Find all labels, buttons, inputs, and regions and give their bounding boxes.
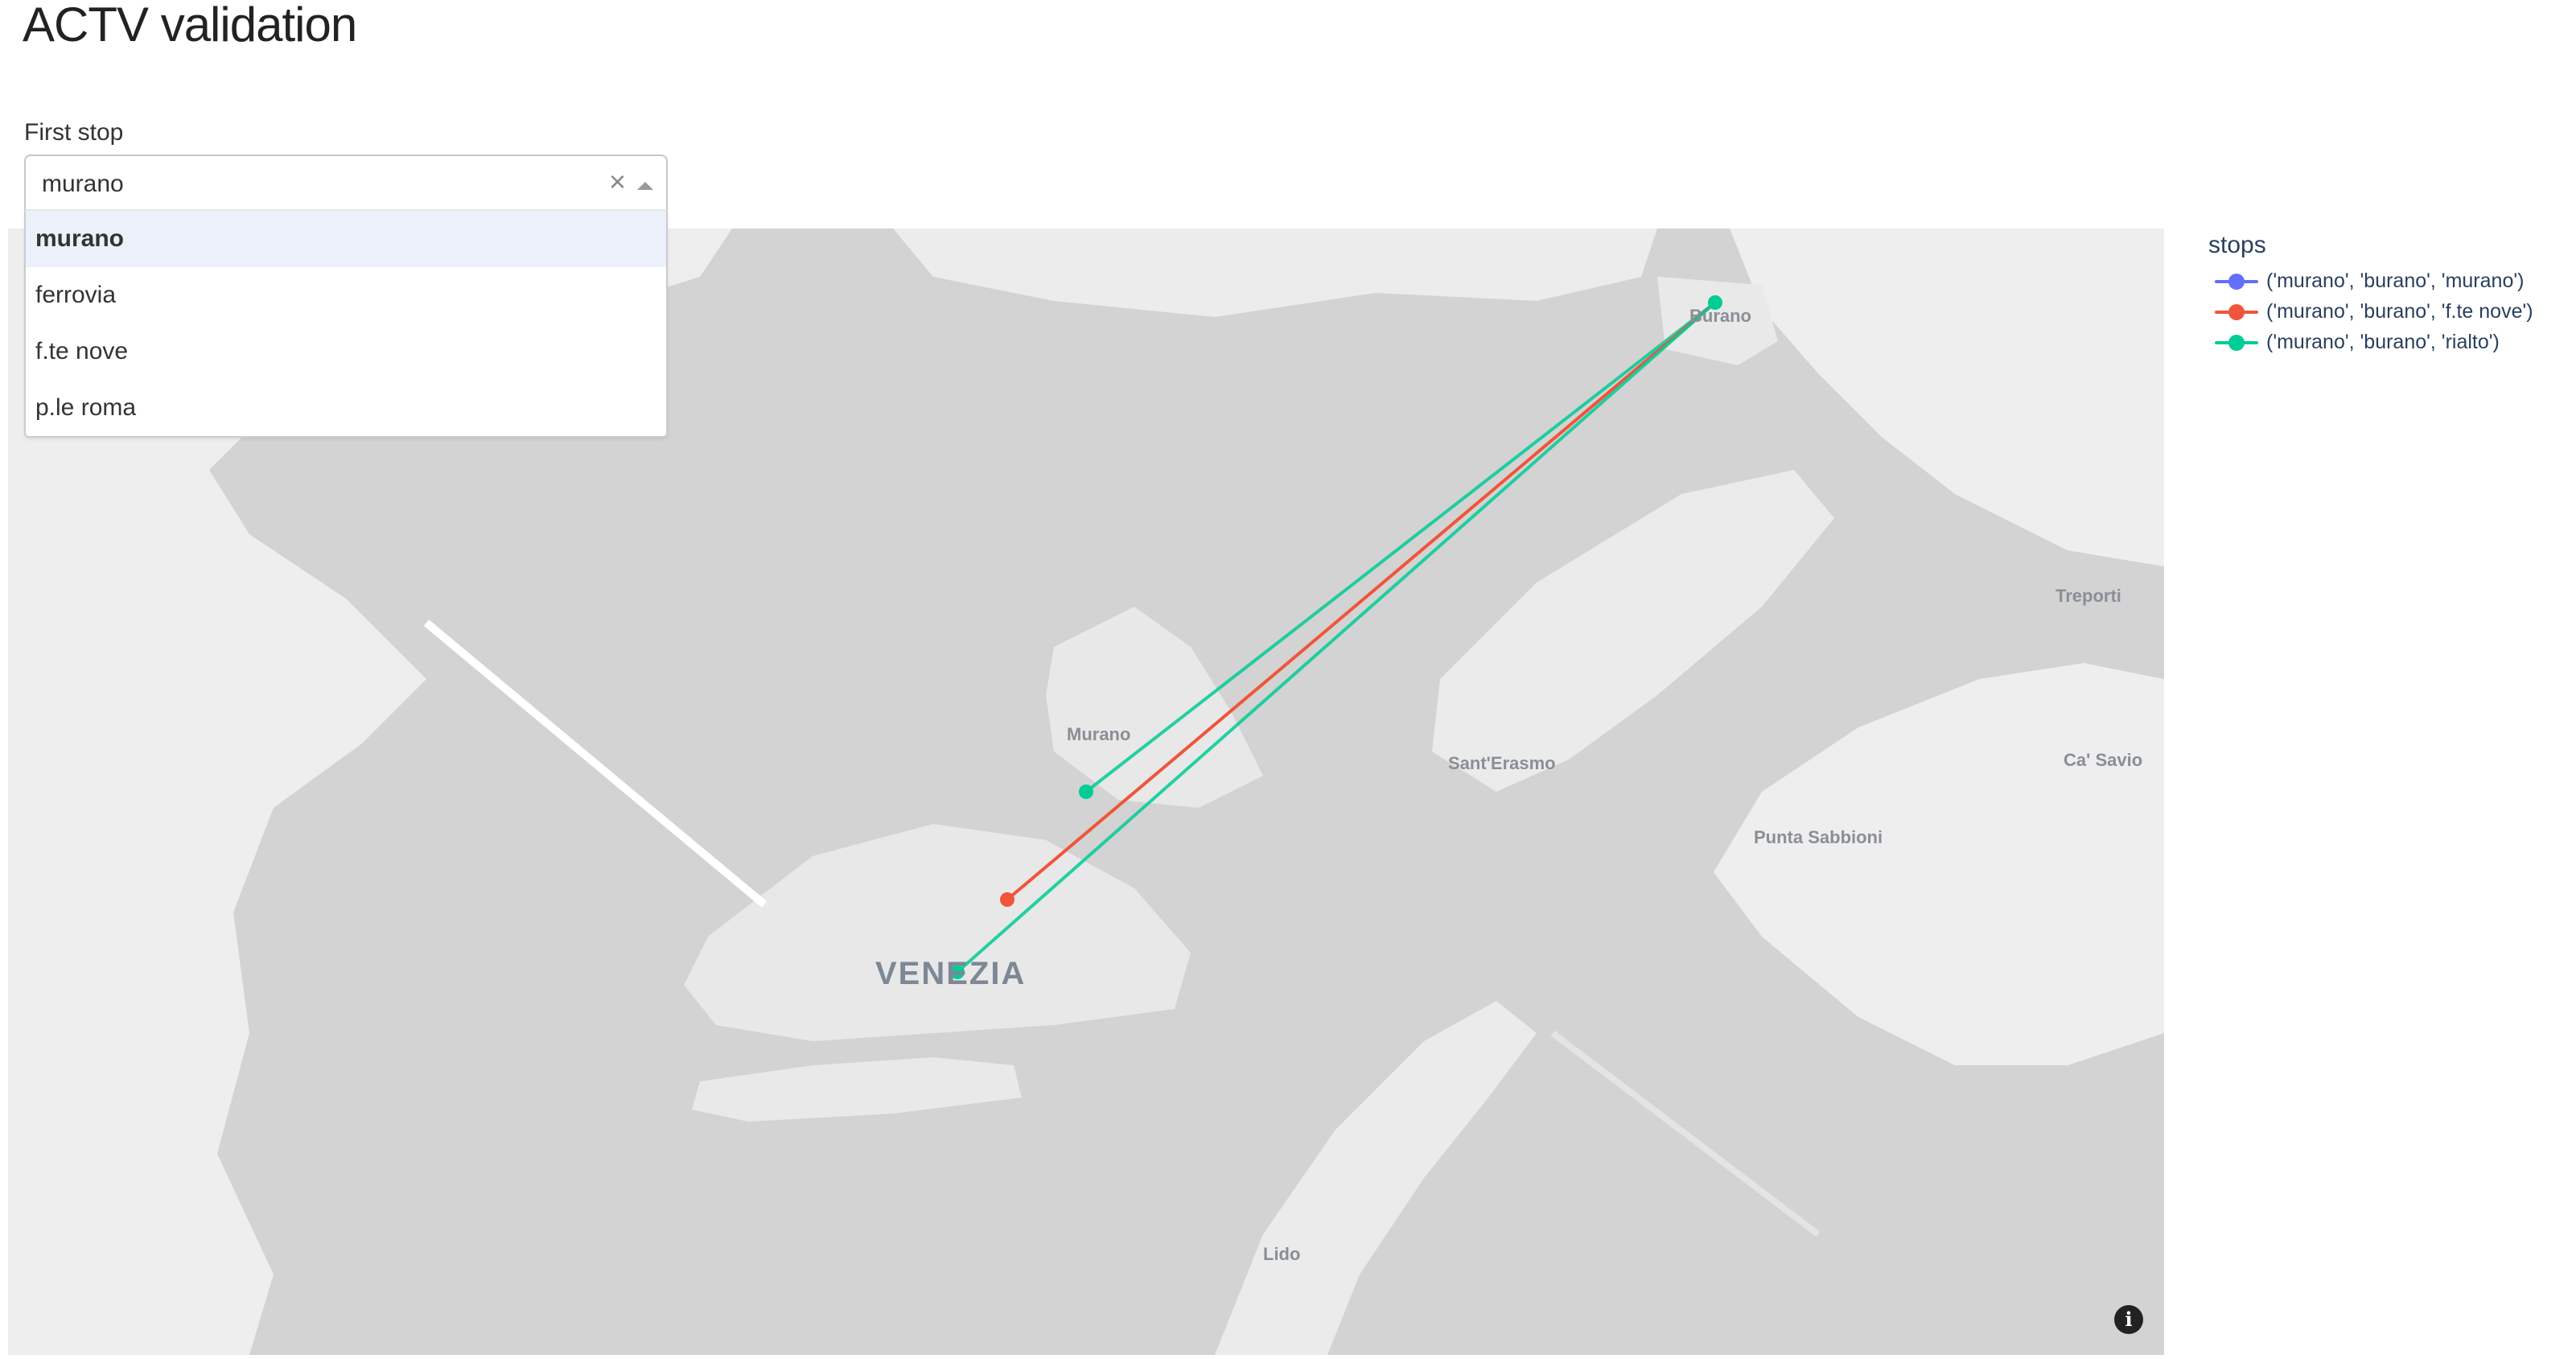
option-murano[interactable]: murano [26, 211, 666, 267]
legend-swatch-blue [2215, 274, 2258, 290]
legend-item-murano[interactable]: ('murano', 'burano', 'murano') [2208, 266, 2533, 296]
legend-swatch-red [2215, 304, 2258, 320]
route-line-fte-nove[interactable] [1006, 301, 1717, 901]
map-label-santerasmo: Sant'Erasmo [1448, 753, 1556, 773]
page-title: ACTV validation [23, 0, 357, 51]
map-label-venezia: VENEZIA [875, 956, 1027, 991]
map-label-lido: Lido [1263, 1244, 1301, 1264]
stop-marker-murano[interactable] [1079, 785, 1093, 799]
map-label-treporti: Treporti [2055, 586, 2121, 606]
chevron-up-icon[interactable] [637, 182, 653, 190]
legend-label: ('murano', 'burano', 'rialto') [2266, 331, 2500, 353]
option-ferrovia[interactable]: ferrovia [26, 267, 666, 323]
legend-label: ('murano', 'burano', 'f.te nove') [2266, 300, 2533, 323]
legend-item-fte-nove[interactable]: ('murano', 'burano', 'f.te nove') [2208, 296, 2533, 327]
map-label-punta-sabbioni: Punta Sabbioni [1754, 827, 1883, 847]
map-label-murano: Murano [1067, 724, 1131, 744]
stop-marker-fte-nove[interactable] [1000, 892, 1014, 907]
route-line-rialto[interactable] [1084, 301, 1717, 793]
first-stop-select[interactable]: murano × [24, 154, 668, 211]
option-fte-nove[interactable]: f.te nove [26, 323, 666, 380]
route-line-rialto-2[interactable] [956, 301, 1717, 974]
first-stop-options-menu: murano ferrovia f.te nove p.le roma [24, 211, 668, 438]
info-icon[interactable]: i [2114, 1305, 2143, 1334]
legend: stops ('murano', 'burano', 'murano') ('m… [2208, 232, 2533, 357]
clear-icon[interactable]: × [609, 166, 626, 198]
first-stop-selected-value: murano [42, 171, 124, 197]
first-stop-label: First stop [24, 119, 124, 146]
option-ple-roma[interactable]: p.le roma [26, 380, 666, 436]
map-label-burano: Burano [1689, 306, 1751, 326]
legend-item-rialto[interactable]: ('murano', 'burano', 'rialto') [2208, 327, 2533, 357]
map-label-ca-savio: Ca' Savio [2064, 750, 2143, 770]
legend-title: stops [2208, 232, 2266, 258]
legend-swatch-green [2215, 335, 2258, 351]
legend-label: ('murano', 'burano', 'murano') [2266, 270, 2525, 292]
